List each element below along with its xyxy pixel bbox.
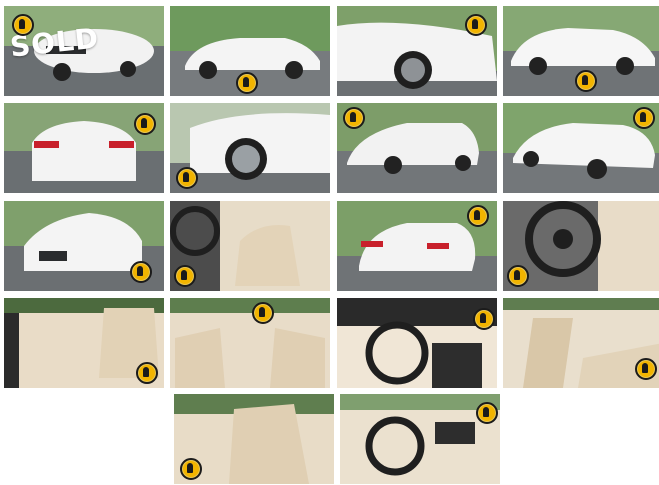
gold-brand-badge-icon — [136, 362, 158, 384]
photo-side-left[interactable] — [170, 6, 330, 96]
photo-side-right[interactable] — [503, 6, 659, 96]
gold-brand-badge-icon — [635, 358, 657, 380]
gold-brand-badge-icon — [633, 107, 655, 129]
photo-front-seats-side[interactable] — [174, 394, 334, 484]
gold-brand-badge-icon — [236, 72, 258, 94]
photo-interior-driver-seat[interactable] — [170, 201, 330, 291]
photo-cockpit[interactable] — [340, 394, 500, 484]
gold-brand-badge-icon — [476, 402, 498, 424]
photo-rear[interactable] — [4, 103, 164, 193]
photo-rear-seat-side[interactable] — [503, 298, 659, 388]
photo-front[interactable] — [4, 201, 164, 291]
photo-rear-three-quarter[interactable] — [337, 103, 497, 193]
photo-driver-door-interior[interactable] — [4, 298, 164, 388]
photo-front-wheel-closeup[interactable] — [337, 6, 497, 96]
photo-gallery: SOLD — [0, 0, 659, 485]
gold-brand-badge-icon — [465, 14, 487, 36]
photo-rear-wheel-closeup[interactable] — [170, 103, 330, 193]
photo-rear-three-quarter-parked[interactable] — [337, 201, 497, 291]
photo-steering-wheel[interactable] — [503, 201, 659, 291]
gold-brand-badge-icon — [180, 458, 202, 480]
photo-dashboard[interactable] — [337, 298, 497, 388]
gold-brand-badge-icon — [12, 14, 34, 36]
gold-brand-badge-icon — [575, 70, 597, 92]
gold-brand-badge-icon — [176, 167, 198, 189]
photo-front-three-quarter[interactable]: SOLD — [4, 6, 164, 96]
gold-brand-badge-icon — [130, 261, 152, 283]
gold-brand-badge-icon — [343, 107, 365, 129]
gold-brand-badge-icon — [473, 308, 495, 330]
photo-rear-three-quarter-right[interactable] — [503, 103, 659, 193]
gold-brand-badge-icon — [507, 265, 529, 287]
gold-brand-badge-icon — [252, 302, 274, 324]
gold-brand-badge-icon — [467, 205, 489, 227]
gold-brand-badge-icon — [174, 265, 196, 287]
photo-rear-seats[interactable] — [170, 298, 330, 388]
gold-brand-badge-icon — [134, 113, 156, 135]
